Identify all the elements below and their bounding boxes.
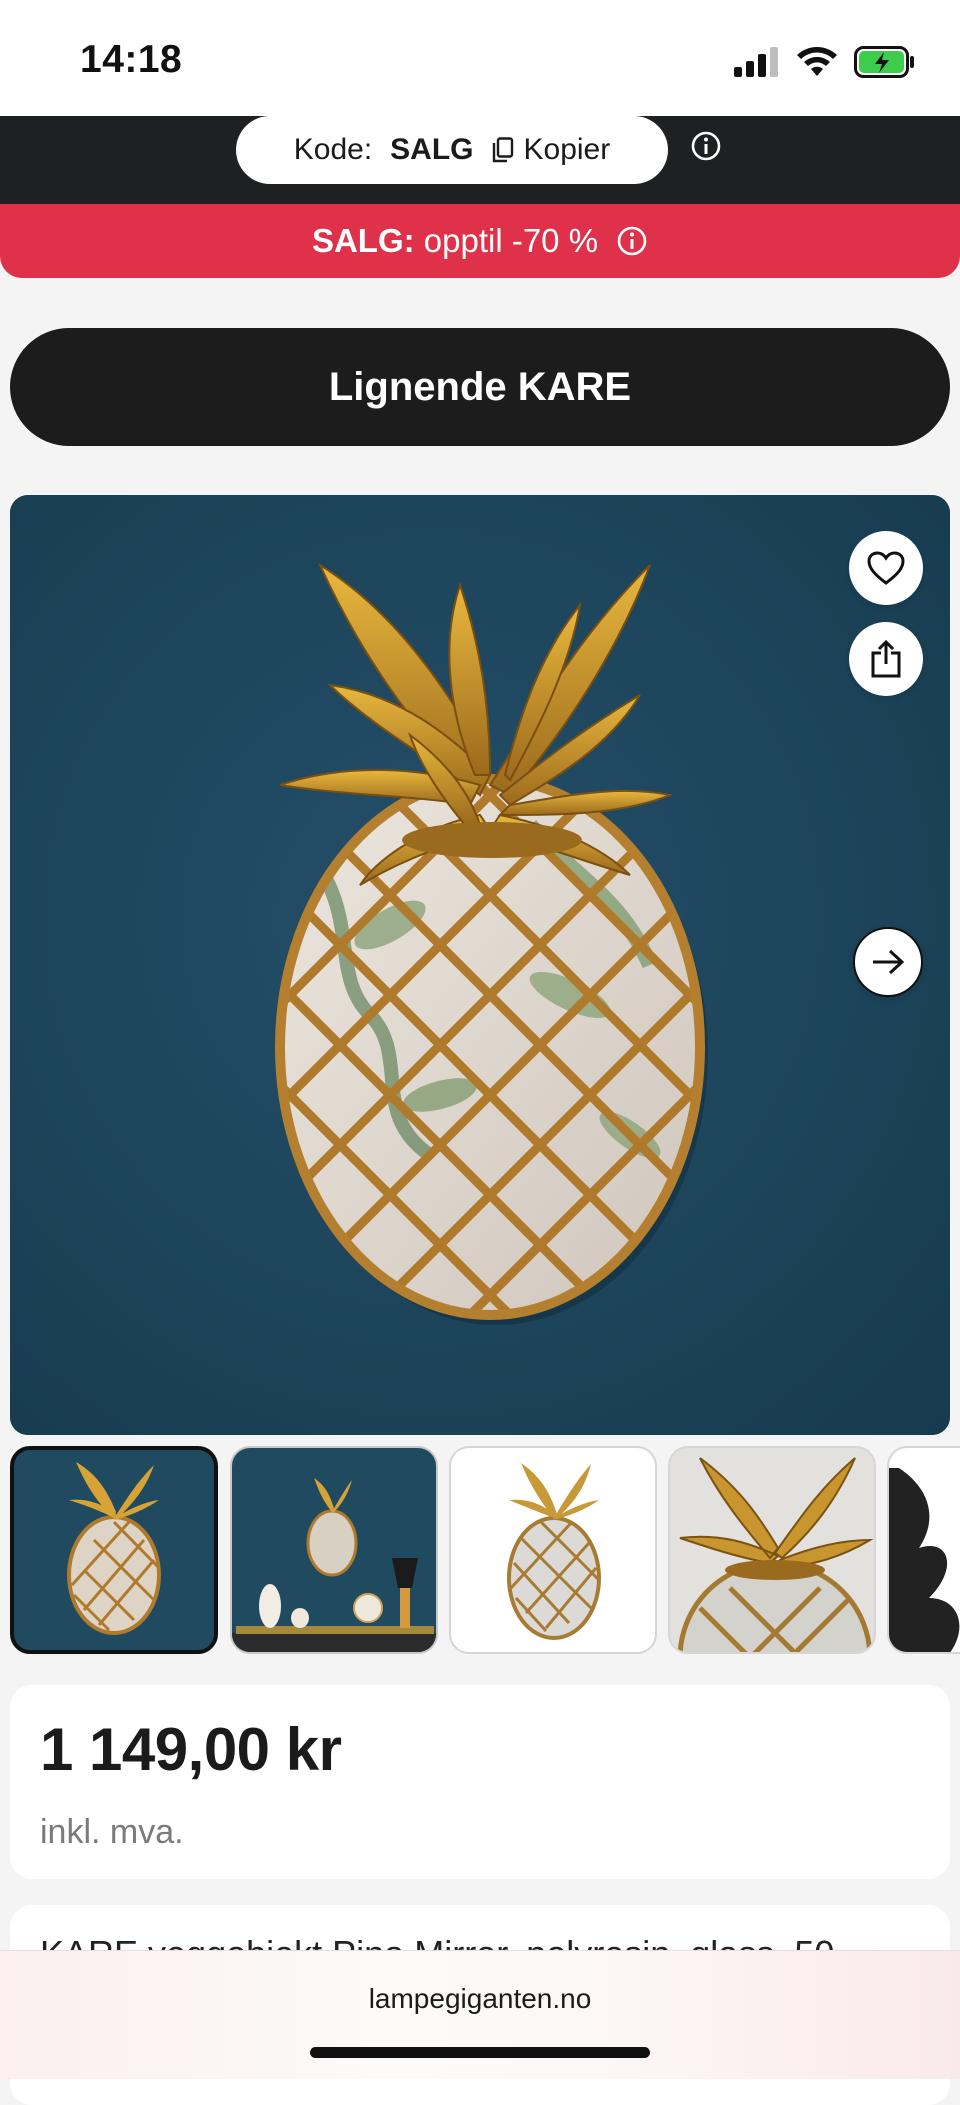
favorite-button[interactable] (849, 531, 923, 605)
thumbnail-3[interactable] (449, 1446, 657, 1654)
sale-banner[interactable]: SALG: opptil -70 % (0, 204, 960, 278)
thumbnail-4-image (677, 1457, 874, 1652)
sale-text: opptil -70 % (423, 222, 599, 259)
product-price: 1 149,00 kr (40, 1716, 342, 1783)
similar-products-button[interactable]: Lignende KARE (10, 328, 950, 446)
promo-code-pill: Kode: SALG Kopier (236, 116, 668, 184)
pineapple-mirror-illustration (10, 495, 950, 1435)
thumbnail-1[interactable] (10, 1446, 218, 1654)
copy-icon (492, 137, 513, 163)
next-image-button[interactable] (853, 927, 923, 997)
home-indicator (310, 2047, 650, 2058)
share-icon (871, 639, 901, 678)
cellular-signal-icon (734, 47, 778, 77)
status-bar: 14:18 (0, 0, 960, 116)
thumbnail-strip (10, 1446, 960, 1656)
thumbnail-1-image (67, 1462, 161, 1635)
copy-label: Kopier (523, 133, 611, 166)
thumbnail-5-image (889, 1468, 960, 1652)
sale-info-icon[interactable] (616, 225, 648, 257)
arrow-right-icon (873, 949, 905, 975)
status-time: 14:18 (80, 38, 183, 81)
thumbnail-4[interactable] (668, 1446, 876, 1654)
battery-charging-icon (854, 46, 914, 78)
thumbnail-3-image (507, 1463, 601, 1640)
browser-address-bar[interactable]: lampegiganten.no (0, 1950, 960, 2079)
wifi-icon (797, 47, 837, 76)
code-label: Kode: (293, 133, 373, 166)
thumbnail-2[interactable] (230, 1446, 438, 1654)
sale-prefix: SALG: (311, 222, 415, 259)
price-card: 1 149,00 kr inkl. mva. (10, 1685, 950, 1879)
copy-code-button[interactable]: Kopier (492, 133, 611, 167)
promo-info-icon[interactable] (690, 130, 722, 162)
thumbnail-2-image (232, 1478, 436, 1652)
vat-note: inkl. mva. (40, 1813, 184, 1851)
browser-url[interactable]: lampegiganten.no (0, 1983, 960, 2015)
heart-icon (867, 551, 905, 585)
main-product-image[interactable] (10, 495, 950, 1435)
share-button[interactable] (849, 622, 923, 696)
promo-code-bar: Kode: SALG Kopier (0, 116, 960, 204)
code-value: SALG (390, 133, 474, 166)
thumbnail-5[interactable] (887, 1446, 960, 1654)
status-icons (734, 42, 916, 82)
